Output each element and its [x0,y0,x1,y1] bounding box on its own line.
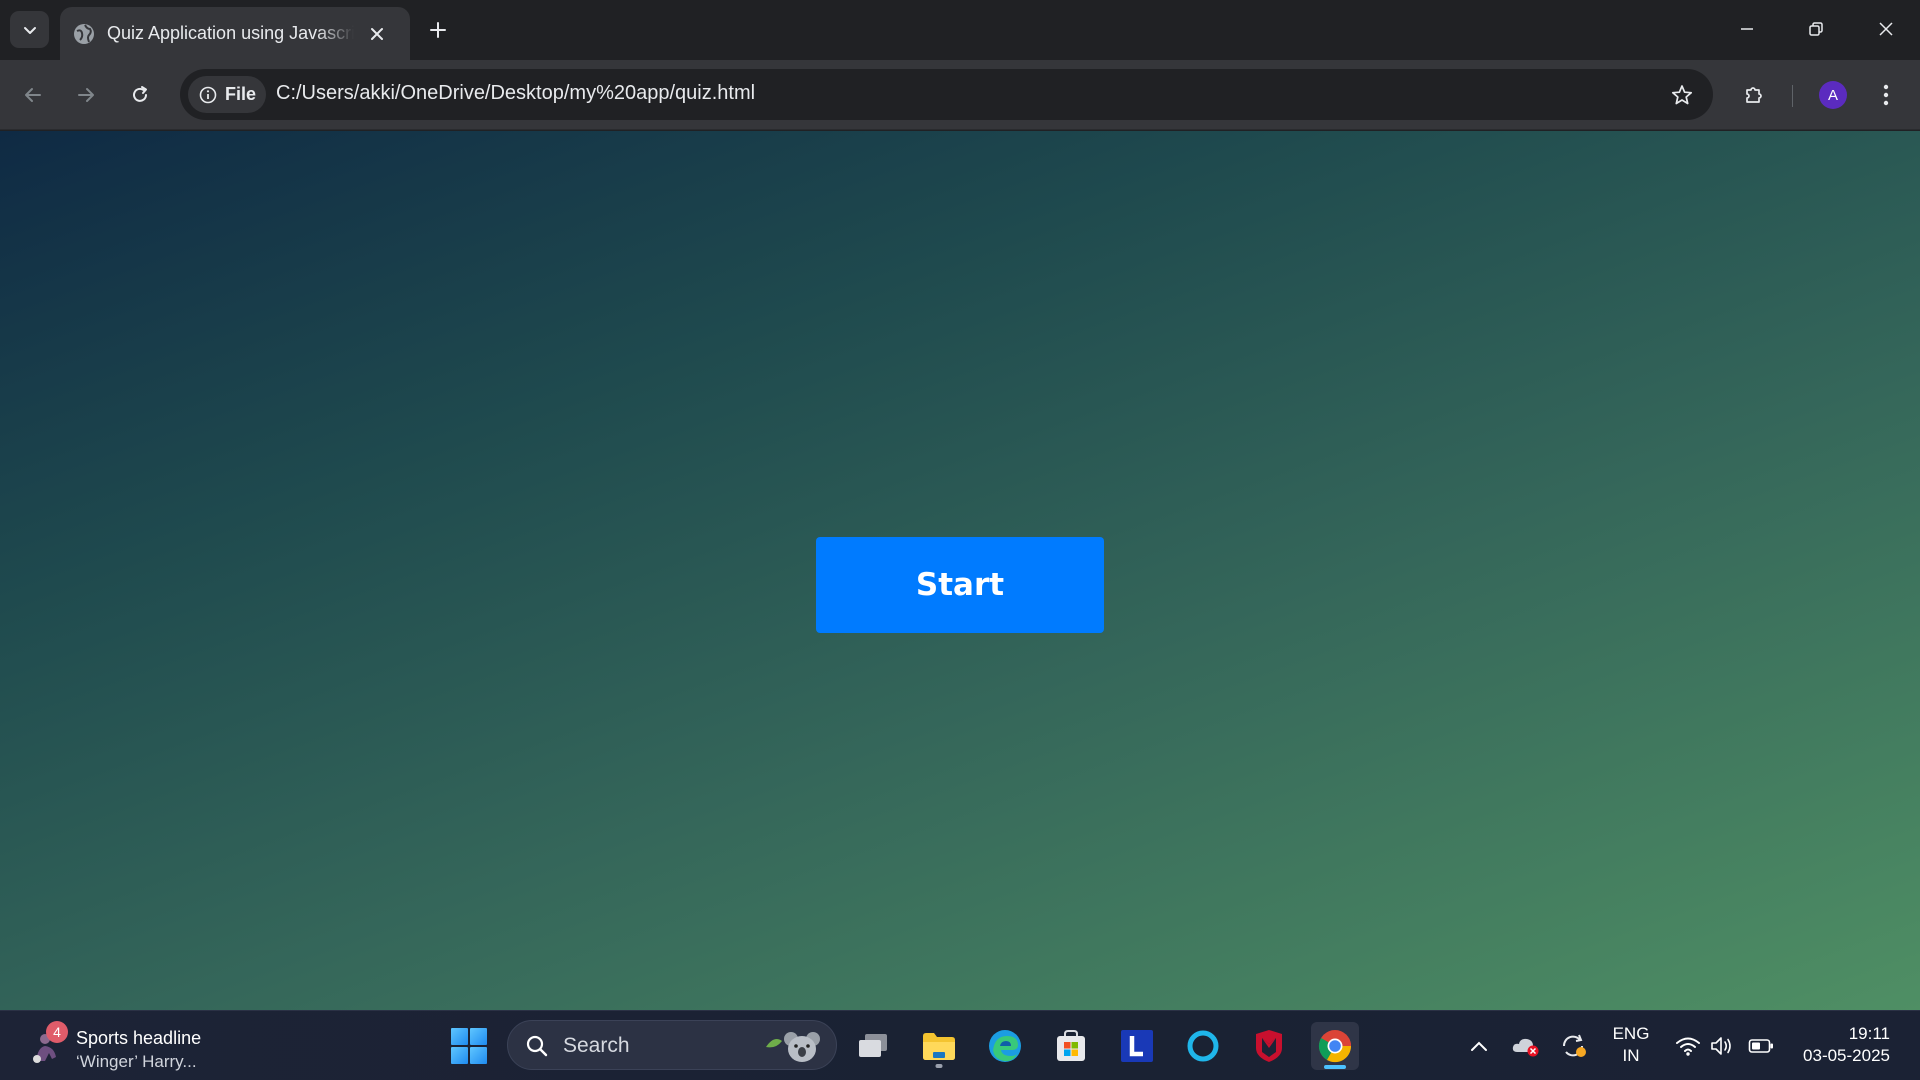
network-button[interactable] [1670,1026,1706,1066]
puzzle-icon [1746,87,1762,103]
running-indicator [935,1064,943,1068]
widget-subtitle: ‘Winger’ Harry... [76,1052,197,1071]
cortana-button[interactable] [1179,1022,1227,1070]
reload-button[interactable] [122,77,158,113]
tab-title: Quiz Application using Javascript [107,23,354,43]
input-language-indicator[interactable]: ENG IN [1608,1023,1654,1067]
widget-title: Sports headline [76,1028,202,1048]
news-widget[interactable]: 4 Sports headline ‘Winger’ Harry... [28,1021,218,1071]
edge-icon [989,1030,1021,1062]
cortana-icon [1187,1030,1219,1062]
task-view-icon [859,1034,887,1057]
volume-button[interactable] [1706,1026,1738,1066]
taskbar: 4 Sports headline ‘Winger’ Harry... Sear… [0,1010,1920,1080]
profile-avatar[interactable]: A [1819,81,1847,109]
onedrive-status-button[interactable] [1508,1026,1544,1066]
mcafee-shield-icon [1256,1030,1282,1062]
toolbar-divider [1792,85,1793,107]
globe-icon [73,23,95,45]
reload-icon [133,86,147,102]
windows-logo-pane [470,1028,487,1045]
region-code: IN [1622,1046,1640,1065]
bookmark-button[interactable] [1667,80,1697,110]
tab-search-button[interactable] [10,11,49,48]
l-app-button[interactable] [1113,1022,1161,1070]
sync-icon [1562,1034,1586,1057]
battery-button[interactable] [1744,1026,1778,1066]
site-info-button[interactable]: File [188,76,266,113]
wifi-icon [1676,1037,1700,1056]
show-hidden-icons-button[interactable] [1463,1026,1495,1066]
more-vert-icon [1883,84,1889,106]
store-icon [1057,1030,1085,1061]
forward-button[interactable] [68,77,104,113]
back-button[interactable] [15,77,51,113]
site-info-label: File [225,84,257,104]
folder-icon [923,1033,955,1060]
tab-close-button[interactable] [364,21,390,47]
new-tab-button[interactable] [422,14,454,46]
notification-badge: 4 [46,1021,68,1043]
extensions-button[interactable] [1736,77,1772,113]
arrow-left-icon [25,88,41,102]
star-icon [1671,85,1693,105]
address-bar[interactable]: File C:/Users/akki/OneDrive/Desktop/my%2… [180,69,1713,120]
chrome-icon [1318,1030,1352,1063]
close-icon [371,27,383,40]
windows-start-button[interactable] [451,1028,487,1064]
clock-time: 19:11 [1848,1024,1890,1043]
plus-icon [430,22,446,38]
windows-logo-pane [470,1047,487,1064]
chevron-up-icon [1471,1041,1487,1051]
restore-button[interactable] [1792,6,1840,52]
microsoft-store-button[interactable] [1047,1022,1095,1070]
language-code: ENG [1612,1024,1650,1043]
cloud-error-icon [1512,1038,1539,1057]
minimize-icon [1741,28,1753,30]
task-view-button[interactable] [849,1022,897,1070]
edge-button[interactable] [981,1022,1029,1070]
speaker-icon [1711,1037,1731,1055]
windows-logo-pane [451,1047,468,1064]
file-explorer-button[interactable] [915,1022,963,1070]
url-text[interactable]: C:/Users/akki/OneDrive/Desktop/my%20app/… [276,82,755,105]
koala-icon [766,1032,820,1062]
battery-icon [1748,1039,1773,1053]
start-button[interactable]: Start [816,537,1104,633]
info-icon [199,86,217,103]
mcafee-button[interactable] [1245,1022,1293,1070]
arrow-right-icon [78,88,94,102]
active-tab[interactable]: Quiz Application using Javascript [60,7,410,60]
search-label: Search [563,1034,630,1057]
clock-date: 03-05-2025 [1803,1046,1890,1065]
page-viewport: Start [0,131,1920,1010]
restore-icon [1809,22,1823,36]
chevron-down-icon [23,26,36,34]
windows-logo-pane [451,1028,468,1045]
chrome-button[interactable] [1311,1022,1359,1070]
tab-strip: Quiz Application using Javascript [0,0,1920,60]
menu-button[interactable] [1868,77,1904,113]
taskbar-search[interactable]: Search [507,1020,837,1070]
minimize-button[interactable] [1723,6,1771,52]
sync-status-button[interactable] [1556,1026,1592,1066]
search-icon [526,1035,548,1057]
l-logo-icon [1121,1030,1153,1062]
close-window-button[interactable] [1862,6,1910,52]
active-app-indicator [1324,1065,1346,1069]
close-icon [1879,22,1893,36]
browser-toolbar: File C:/Users/akki/OneDrive/Desktop/my%2… [0,60,1920,130]
system-clock[interactable]: 19:11 03-05-2025 [1790,1023,1890,1067]
